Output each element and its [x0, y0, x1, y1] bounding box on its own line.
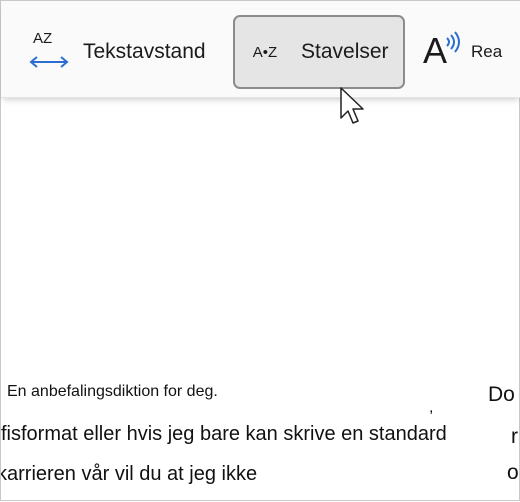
document-passage: En anbefalingsdiktion for deg. , fisform…	[1, 381, 520, 502]
read-aloud-label: Rea	[471, 42, 503, 61]
mouse-cursor-icon	[340, 87, 364, 124]
syllables-label: Stavelser	[301, 40, 389, 63]
side-column-text-2: r	[511, 425, 518, 448]
passage-line-2: fisformat eller hvis jeg bare kan skrive…	[1, 423, 447, 445]
text-spacing-button[interactable]: AZ Tekstavstand	[23, 15, 223, 89]
read-aloud-button[interactable]: A Rea	[421, 15, 520, 89]
side-column-text-3: o	[507, 461, 519, 484]
passage-line-1: En anbefalingsdiktion for deg.	[7, 383, 218, 400]
passage-mark: ,	[429, 399, 434, 416]
letter-spacing-icon: AZ	[23, 28, 79, 76]
text-spacing-label: Tekstavstand	[83, 40, 206, 63]
syllables-button[interactable]: A•Z Stavelser	[233, 15, 405, 89]
syllables-icon: A•Z	[252, 43, 278, 61]
side-column-text-1: Do	[488, 383, 515, 406]
passage-line-3: karrieren vår vil du at jeg ikke	[1, 463, 258, 485]
toolbar: AZ Tekstavstand A•Z Stavelser A Rea	[1, 1, 520, 98]
read-aloud-icon: A	[421, 30, 465, 74]
